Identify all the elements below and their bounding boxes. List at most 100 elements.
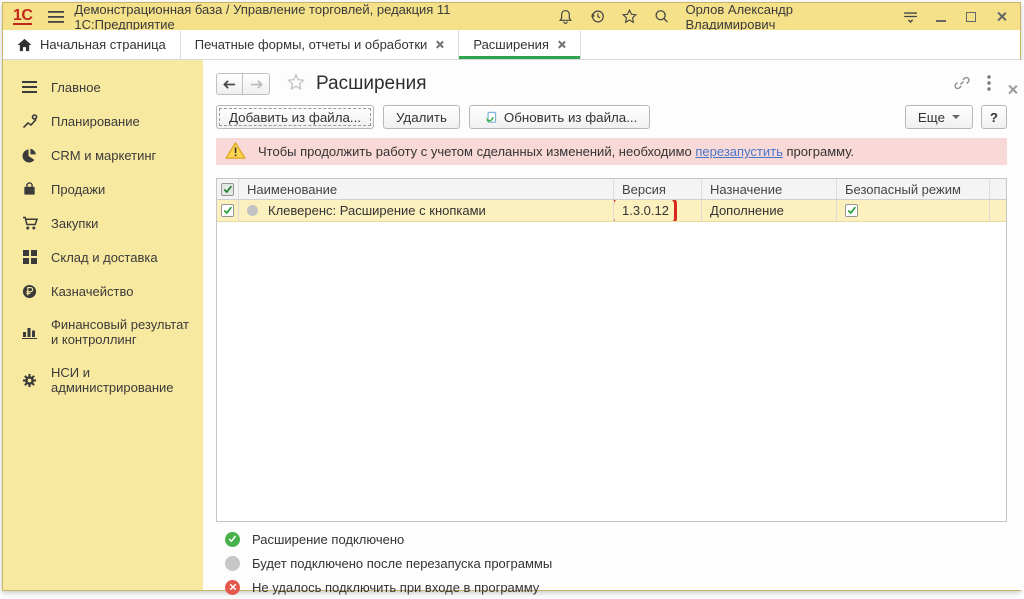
maximize-button[interactable] xyxy=(960,7,982,27)
legend-label: Не удалось подключить при входе в програ… xyxy=(252,580,539,595)
legend-label: Расширение подключено xyxy=(252,532,404,547)
extension-name: Клеверенс: Расширение с кнопками xyxy=(268,203,486,218)
table-row[interactable]: Клеверенс: Расширение с кнопками 1.3.0.1… xyxy=(217,200,1006,222)
sidebar-item-finance[interactable]: Финансовый результат и контроллинг xyxy=(3,308,203,356)
status-pending-icon xyxy=(247,205,258,216)
sidebar-item-sales[interactable]: Продажи xyxy=(3,172,203,206)
planning-route-icon xyxy=(21,113,38,129)
sidebar-item-label: Казначейство xyxy=(51,284,133,299)
add-from-file-button[interactable]: Добавить из файла... xyxy=(216,105,374,129)
delete-button[interactable]: Удалить xyxy=(383,105,460,129)
notifications-bell-icon[interactable] xyxy=(554,6,578,28)
help-button[interactable]: ? xyxy=(981,105,1007,129)
sidebar-item-label: Финансовый результат и контроллинг xyxy=(51,317,193,347)
column-header-name[interactable]: Наименование xyxy=(239,179,614,199)
warning-triangle-icon xyxy=(225,141,246,163)
select-all-checkbox[interactable] xyxy=(217,179,239,199)
current-user[interactable]: Орлов Александр Владимирович xyxy=(686,2,887,32)
extensions-form: Расширения Добавить из файла... Удалить xyxy=(203,60,1024,590)
app-window: 1С Демонстрационная база / Управление то… xyxy=(2,2,1021,591)
warning-text-after: программу. xyxy=(783,144,854,159)
history-icon[interactable] xyxy=(586,6,610,28)
briefcase-icon xyxy=(21,181,38,197)
sidebar-item-treasury[interactable]: Казначейство xyxy=(3,274,203,308)
close-tab-icon[interactable] xyxy=(435,40,444,49)
tab-home[interactable]: Начальная страница xyxy=(3,30,181,59)
gear-icon xyxy=(21,372,38,388)
close-window-button[interactable] xyxy=(990,7,1012,27)
1c-logo-icon: 1С xyxy=(13,8,32,25)
row-filler-cell xyxy=(990,200,1006,221)
tab-extensions[interactable]: Расширения xyxy=(459,30,581,59)
table-header: Наименование Версия Назначение Безопасны… xyxy=(217,179,1006,200)
extension-version-cell[interactable]: 1.3.0.12 xyxy=(614,200,702,221)
column-header-safe-mode[interactable]: Безопасный режим xyxy=(837,179,990,199)
page-title: Расширения xyxy=(316,73,427,95)
warning-text: Чтобы продолжить работу с учетом сделанн… xyxy=(258,144,854,159)
tab-label: Печатные формы, отчеты и обработки xyxy=(195,37,428,52)
column-header-version[interactable]: Версия xyxy=(614,179,702,199)
sidebar-item-label: Планирование xyxy=(51,114,140,129)
get-link-icon[interactable] xyxy=(953,74,971,95)
extension-name-cell[interactable]: Клеверенс: Расширение с кнопками xyxy=(239,200,614,221)
search-icon[interactable] xyxy=(650,6,674,28)
sidebar-item-warehouse[interactable]: Склад и доставка xyxy=(3,240,203,274)
home-icon xyxy=(17,38,32,52)
table-empty-area[interactable] xyxy=(217,222,1006,521)
legend-label: Будет подключено после перезапуска прогр… xyxy=(252,556,552,571)
tab-label: Расширения xyxy=(473,37,549,52)
restart-link[interactable]: перезапустить xyxy=(695,144,782,159)
update-from-file-button[interactable]: Обновить из файла... xyxy=(469,105,650,129)
tab-bar: Начальная страница Печатные формы, отчет… xyxy=(3,30,1020,60)
update-file-icon xyxy=(482,110,497,125)
sidebar-item-main[interactable]: Главное xyxy=(3,70,203,104)
ruble-coin-icon xyxy=(21,283,38,299)
extension-version: 1.3.0.12 xyxy=(622,203,669,218)
sidebar-item-planning[interactable]: Планирование xyxy=(3,104,203,138)
sidebar-item-label: Склад и доставка xyxy=(51,250,158,265)
chevron-down-icon xyxy=(952,115,960,119)
sidebar-item-label: Главное xyxy=(51,80,101,95)
sidebar-item-crm[interactable]: CRM и маркетинг xyxy=(3,138,203,172)
sidebar-item-purchases[interactable]: Закупки xyxy=(3,206,203,240)
row-checkbox[interactable] xyxy=(217,200,239,221)
tab-label: Начальная страница xyxy=(40,37,166,52)
grid-blocks-icon xyxy=(21,249,38,265)
more-button[interactable]: Еще xyxy=(905,105,973,129)
title-bar: 1С Демонстрационная база / Управление то… xyxy=(3,3,1020,30)
bar-chart-icon xyxy=(21,324,38,340)
column-header-purpose[interactable]: Назначение xyxy=(702,179,837,199)
extensions-table: Наименование Версия Назначение Безопасны… xyxy=(216,178,1007,522)
sidebar-item-label: CRM и маркетинг xyxy=(51,148,156,163)
window-title: Демонстрационная база / Управление торго… xyxy=(74,2,553,32)
tab-print-forms[interactable]: Печатные формы, отчеты и обработки xyxy=(181,30,460,59)
warning-text-before: Чтобы продолжить работу с учетом сделанн… xyxy=(258,144,695,159)
sidebar-item-admin[interactable]: НСИ и администрирование xyxy=(3,356,203,404)
legend-item-pending: Будет подключено после перезапуска прогр… xyxy=(216,551,1007,575)
button-label: Обновить из файла... xyxy=(504,110,637,125)
legend-item-connected: Расширение подключено xyxy=(216,527,1007,551)
service-menu-icon[interactable] xyxy=(898,6,922,28)
column-header-filler xyxy=(990,179,1006,199)
button-label: Еще xyxy=(918,110,945,125)
pie-chart-icon xyxy=(21,147,38,163)
cart-icon xyxy=(21,215,38,231)
sidebar-item-label: Продажи xyxy=(51,182,105,197)
forward-button[interactable] xyxy=(243,73,270,95)
form-header: Расширения xyxy=(216,70,1007,98)
favorites-star-icon[interactable] xyxy=(618,6,642,28)
extension-purpose-cell[interactable]: Дополнение xyxy=(702,200,837,221)
restart-warning-banner: Чтобы продолжить работу с учетом сделанн… xyxy=(216,138,1007,165)
main-menu-icon[interactable] xyxy=(44,6,68,28)
more-actions-kebab-icon[interactable] xyxy=(987,75,991,94)
sidebar-item-label: НСИ и администрирование xyxy=(51,365,193,395)
back-button[interactable] xyxy=(216,73,243,95)
minimize-button[interactable] xyxy=(930,7,952,27)
status-failed-icon xyxy=(225,580,240,595)
close-tab-icon[interactable] xyxy=(557,40,566,49)
status-connected-icon xyxy=(225,532,240,547)
safe-mode-cell[interactable] xyxy=(837,200,990,221)
add-favorite-star-icon[interactable] xyxy=(286,73,306,95)
section-panel: Главное Планирование CRM и маркетинг Про… xyxy=(3,60,203,590)
sidebar-item-label: Закупки xyxy=(51,216,98,231)
